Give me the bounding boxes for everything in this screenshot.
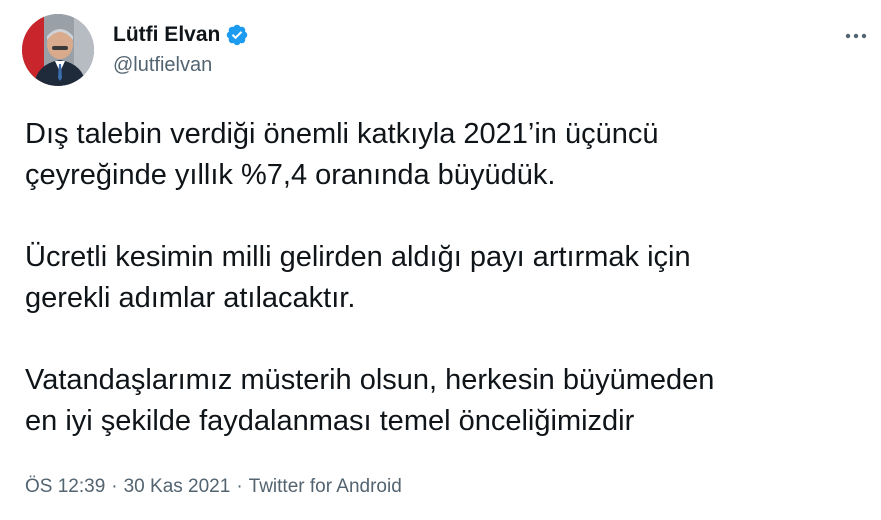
avatar-photo-icon bbox=[22, 14, 94, 86]
verified-badge-icon bbox=[225, 23, 249, 47]
meta-separator: · bbox=[111, 476, 118, 497]
author-name-row: Lütfi Elvan bbox=[113, 22, 249, 48]
tweet-time-link[interactable]: ÖS 12:39 bbox=[25, 476, 105, 498]
tweet-date-link[interactable]: 30 Kas 2021 bbox=[124, 476, 231, 498]
tweet-meta: ÖS 12:39 · 30 Kas 2021 · Twitter for And… bbox=[25, 476, 402, 498]
meta-separator: · bbox=[236, 476, 243, 497]
tweet-paragraph-1: Dış talebin verdiği önemli katkıyla 2021… bbox=[25, 118, 659, 191]
author-handle[interactable]: @lutfielvan bbox=[113, 54, 249, 77]
more-options-icon[interactable] bbox=[840, 24, 872, 48]
tweet: Lütfi Elvan @lutfielvan Dış talebin verd… bbox=[0, 0, 881, 520]
tweet-text: Dış talebin verdiği önemli katkıyla 2021… bbox=[25, 114, 865, 442]
tweet-source-link[interactable]: Twitter for Android bbox=[249, 476, 402, 498]
avatar[interactable] bbox=[22, 14, 94, 86]
author-display-name[interactable]: Lütfi Elvan bbox=[113, 23, 220, 47]
tweet-paragraph-3: Vatandaşlarımız müsterih olsun, herkesin… bbox=[25, 364, 715, 437]
author-block: Lütfi Elvan @lutfielvan bbox=[113, 22, 249, 77]
tweet-paragraph-2: Ücretli kesimin milli gelirden aldığı pa… bbox=[25, 241, 691, 314]
